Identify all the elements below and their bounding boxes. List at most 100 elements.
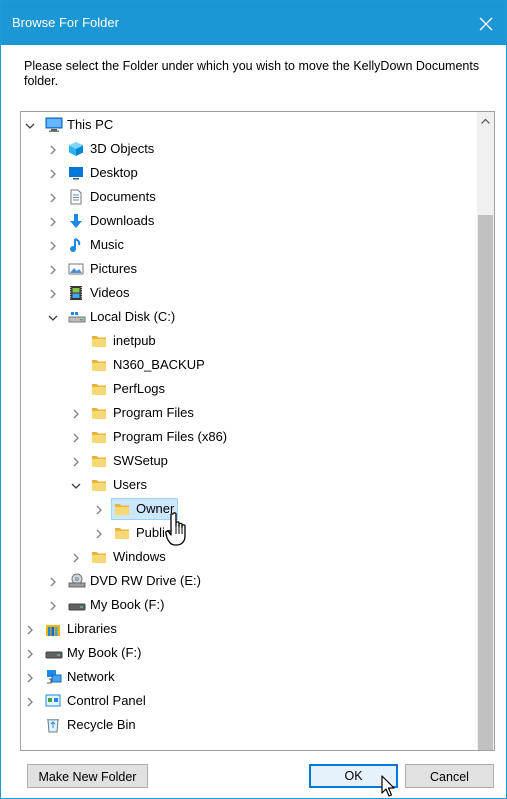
tree-item-label: Documents (90, 189, 156, 204)
tree-item-content[interactable]: Documents (65, 186, 160, 208)
tree-item-downloads[interactable]: Downloads (21, 210, 471, 232)
external-drive-icon (68, 597, 86, 613)
tree-item-local-disk-c[interactable]: Local Disk (C:) (21, 306, 471, 328)
chevron-right-icon[interactable] (47, 594, 59, 616)
tree-item-recycle-bin[interactable]: Recycle Bin (21, 714, 471, 736)
tree-item-inetpub[interactable]: inetpub (21, 330, 471, 352)
tree-item-content[interactable]: Windows (88, 546, 170, 568)
tree-item-my-book-f[interactable]: My Book (F:) (21, 642, 471, 664)
tree-item-label: N360_BACKUP (113, 357, 205, 372)
tree-item-content[interactable]: PerfLogs (88, 378, 169, 400)
tree-item-content[interactable]: SWSetup (88, 450, 172, 472)
tree-item-content[interactable]: Desktop (65, 162, 142, 184)
cancel-button[interactable]: Cancel (405, 764, 494, 788)
chevron-right-icon[interactable] (93, 522, 105, 544)
tree-item-content[interactable]: Music (65, 234, 128, 256)
tree-item-program-files-x86[interactable]: Program Files (x86) (21, 426, 471, 448)
tree-item-content[interactable]: This PC (42, 114, 117, 136)
tree-item-owner[interactable]: Owner (21, 498, 471, 520)
chevron-down-icon[interactable] (24, 114, 36, 136)
tree-item-content[interactable]: inetpub (88, 330, 160, 352)
folder-tree[interactable]: This PC 3D Objects Desktop Documents Downloa… (20, 111, 495, 751)
chevron-down-icon[interactable] (47, 306, 59, 328)
chevron-right-icon[interactable] (47, 234, 59, 256)
tree-item-my-book-f[interactable]: My Book (F:) (21, 594, 471, 616)
tree-item-content[interactable]: Recycle Bin (42, 714, 140, 736)
tree-item-content[interactable]: N360_BACKUP (88, 354, 209, 376)
tree-item-content[interactable]: Pictures (65, 258, 141, 280)
folder-icon (91, 429, 107, 445)
tree-item-windows[interactable]: Windows (21, 546, 471, 568)
tree-item-videos[interactable]: Videos (21, 282, 471, 304)
libraries-icon (45, 621, 61, 637)
chevron-right-icon[interactable] (47, 162, 59, 184)
title-bar[interactable]: Browse For Folder (1, 1, 506, 45)
tree-item-program-files[interactable]: Program Files (21, 402, 471, 424)
chevron-right-icon[interactable] (24, 666, 36, 688)
chevron-right-icon[interactable] (47, 282, 59, 304)
tree-item-label: Control Panel (67, 693, 146, 708)
tree-item-content[interactable]: Videos (65, 282, 134, 304)
tree-item-desktop[interactable]: Desktop (21, 162, 471, 184)
tree-item-3d-objects[interactable]: 3D Objects (21, 138, 471, 160)
tree-item-label: My Book (F:) (67, 645, 142, 660)
tree-item-documents[interactable]: Documents (21, 186, 471, 208)
chevron-right-icon[interactable] (47, 186, 59, 208)
chevron-right-icon[interactable] (47, 258, 59, 280)
tree-item-content[interactable]: Program Files (x86) (88, 426, 231, 448)
chevron-down-icon[interactable] (70, 474, 82, 496)
tree-item-content[interactable]: Downloads (65, 210, 158, 232)
folder-icon (91, 405, 107, 421)
chevron-right-icon[interactable] (47, 210, 59, 232)
tree-item-content[interactable]: DVD RW Drive (E:) (65, 570, 205, 592)
tree-item-content[interactable]: My Book (F:) (42, 642, 145, 664)
tree-item-content[interactable]: Local Disk (C:) (65, 306, 179, 328)
scroll-thumb[interactable] (478, 215, 493, 750)
videos-icon (68, 285, 84, 301)
tree-item-public[interactable]: Public (21, 522, 471, 544)
folder-icon (91, 357, 107, 373)
tree-item-label: Pictures (90, 261, 137, 276)
tree-item-label: This PC (67, 117, 114, 132)
tree-item-music[interactable]: Music (21, 234, 471, 256)
chevron-right-icon[interactable] (47, 138, 59, 160)
tree-item-label: DVD RW Drive (E:) (90, 573, 201, 588)
tree-item-content[interactable]: Users (88, 474, 151, 496)
tree-item-content[interactable]: Libraries (42, 618, 121, 640)
tree-item-label: Downloads (90, 213, 155, 228)
tree-item-control-panel[interactable]: Control Panel (21, 690, 471, 712)
local-disk-icon (68, 309, 86, 325)
folder-icon (91, 333, 107, 349)
tree-item-swsetup[interactable]: SWSetup (21, 450, 471, 472)
chevron-right-icon[interactable] (24, 690, 36, 712)
tree-item-label: Music (90, 237, 124, 252)
tree-item-label: Videos (90, 285, 130, 300)
tree-item-this-pc[interactable]: This PC (21, 114, 471, 136)
vertical-scrollbar[interactable] (477, 112, 494, 750)
chevron-right-icon[interactable] (70, 426, 82, 448)
chevron-right-icon[interactable] (24, 618, 36, 640)
chevron-right-icon[interactable] (70, 450, 82, 472)
tree-item-content[interactable]: Program Files (88, 402, 198, 424)
tree-item-n360-backup[interactable]: N360_BACKUP (21, 354, 471, 376)
tree-item-content[interactable]: Network (42, 666, 119, 688)
close-button[interactable] (466, 1, 506, 45)
tree-item-content[interactable]: Control Panel (42, 690, 150, 712)
tree-item-content[interactable]: 3D Objects (65, 138, 158, 160)
tree-item-content[interactable]: My Book (F:) (65, 594, 168, 616)
chevron-right-icon[interactable] (24, 642, 36, 664)
music-icon (68, 237, 84, 253)
tree-item-pictures[interactable]: Pictures (21, 258, 471, 280)
tree-item-dvd-rw-drive-e[interactable]: DVD RW Drive (E:) (21, 570, 471, 592)
3d-objects-icon (68, 141, 84, 157)
make-new-folder-button[interactable]: Make New Folder (27, 764, 148, 788)
tree-item-libraries[interactable]: Libraries (21, 618, 471, 640)
tree-item-users[interactable]: Users (21, 474, 471, 496)
chevron-right-icon[interactable] (70, 546, 82, 568)
chevron-right-icon[interactable] (47, 570, 59, 592)
scroll-up-icon[interactable] (477, 112, 494, 129)
chevron-right-icon[interactable] (70, 402, 82, 424)
tree-item-perflogs[interactable]: PerfLogs (21, 378, 471, 400)
tree-item-network[interactable]: Network (21, 666, 471, 688)
chevron-right-icon[interactable] (93, 498, 105, 520)
